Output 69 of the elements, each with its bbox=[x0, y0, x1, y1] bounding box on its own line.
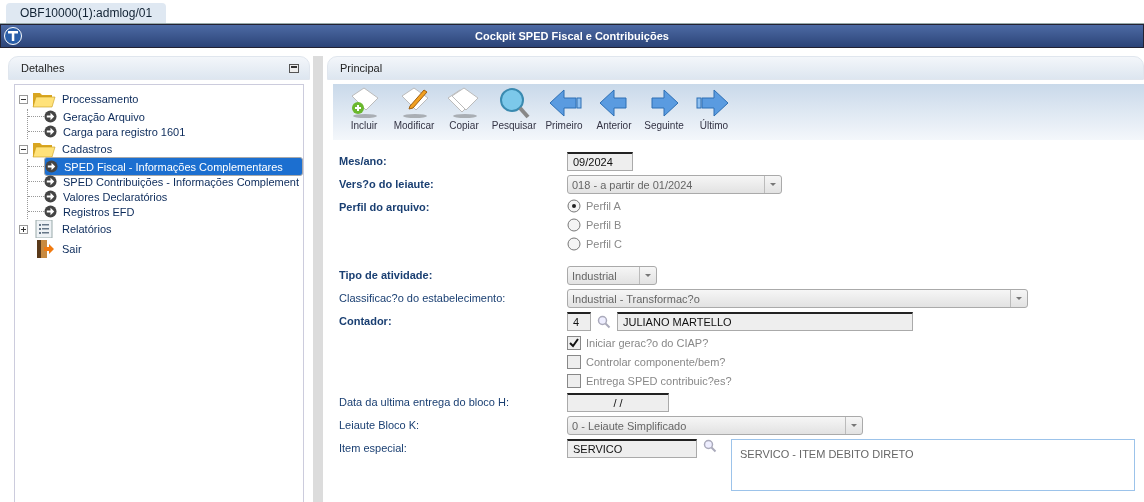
field-label: Vers?o do leiaute: bbox=[339, 177, 435, 190]
tree-item[interactable]: SPED Contribuições - Informações Complement bbox=[44, 174, 303, 189]
tree-item[interactable]: Registros EFD bbox=[44, 204, 303, 219]
radio-label: Perfil A bbox=[586, 200, 621, 212]
radio-button[interactable] bbox=[567, 218, 581, 232]
tree-item[interactable]: Processamento bbox=[32, 90, 143, 108]
dropdown[interactable]: Industrial bbox=[567, 266, 657, 285]
arrow-circle-icon bbox=[44, 190, 57, 203]
tree-item[interactable]: Cadastros bbox=[32, 140, 117, 158]
text-field[interactable]: 09/2024 bbox=[567, 152, 633, 171]
toolbar-button[interactable]: Pesquisar bbox=[491, 86, 537, 131]
logo-icon bbox=[4, 27, 22, 45]
app-tab[interactable]: OBF10000(1):admlog/01 bbox=[6, 3, 167, 23]
dropdown[interactable]: 018 - a partir de 01/2024 bbox=[567, 175, 782, 194]
toolbar-button[interactable]: Incluir bbox=[341, 86, 387, 131]
field-label: Leiaute Bloco K: bbox=[339, 418, 421, 431]
tree-item[interactable]: Valores Declaratórios bbox=[44, 189, 303, 204]
toolbar-button[interactable]: Último bbox=[691, 86, 737, 131]
collapse-icon[interactable] bbox=[19, 144, 28, 154]
minimize-icon[interactable] bbox=[289, 63, 299, 73]
folder-icon bbox=[32, 90, 56, 108]
description-area: SERVICO - ITEM DEBITO DIRETO bbox=[731, 439, 1135, 491]
tree-item[interactable]: Sair bbox=[32, 240, 86, 258]
checkbox-label: Controlar componente/bem? bbox=[586, 356, 726, 368]
field-label: Mes/ano: bbox=[339, 154, 388, 167]
folder-icon bbox=[32, 140, 56, 158]
radio-button[interactable] bbox=[567, 237, 581, 251]
checkbox-label: Iniciar gerac?o do CIAP? bbox=[586, 337, 709, 349]
radio-button[interactable] bbox=[567, 199, 581, 213]
field-label: Item especial: bbox=[339, 441, 408, 454]
checkbox[interactable] bbox=[567, 374, 581, 388]
tree-item[interactable]: SPED Fiscal - Informações Complementares bbox=[44, 157, 303, 176]
dropdown[interactable]: 0 - Leiaute Simplificado bbox=[567, 416, 863, 435]
field-label: Classificac?o do estabelecimento: bbox=[339, 291, 507, 304]
collapse-icon[interactable] bbox=[19, 94, 28, 104]
panel-title: Detalhes bbox=[21, 62, 65, 74]
radio-label: Perfil B bbox=[586, 219, 622, 231]
field-label: Contador: bbox=[339, 314, 393, 327]
toolbar-button[interactable]: Copiar bbox=[441, 86, 487, 131]
arrow-circle-icon bbox=[44, 205, 57, 218]
toolbar-button[interactable]: Primeiro bbox=[541, 86, 587, 131]
tree-item[interactable]: Relatórios bbox=[32, 220, 116, 238]
toolbar-button[interactable]: Modificar bbox=[391, 86, 437, 131]
checkbox[interactable] bbox=[567, 355, 581, 369]
field-label: Data da ultima entrega do bloco H: bbox=[339, 395, 510, 408]
field-label: Perfil do arquivo: bbox=[339, 200, 431, 213]
text-field[interactable]: / / bbox=[567, 393, 669, 412]
panel-title: Principal bbox=[340, 62, 383, 74]
name-field: JULIANO MARTELLO bbox=[617, 312, 913, 331]
arrow-circle-icon bbox=[44, 175, 57, 188]
window-title: Cockpit SPED Fiscal e Contribuições bbox=[475, 30, 669, 42]
arrow-circle-icon bbox=[44, 110, 57, 123]
field-label: Tipo de atividade: bbox=[339, 268, 434, 281]
toolbar-button[interactable]: Seguinte bbox=[641, 86, 687, 131]
checkbox[interactable] bbox=[567, 336, 581, 350]
expand-icon[interactable] bbox=[19, 224, 28, 234]
arrow-circle-icon bbox=[45, 160, 58, 173]
search-icon[interactable] bbox=[597, 314, 611, 329]
toolbar-button[interactable]: Anterior bbox=[591, 86, 637, 131]
code-field[interactable]: SERVICO bbox=[567, 439, 697, 458]
search-icon[interactable] bbox=[703, 439, 717, 453]
checkbox-label: Entrega SPED contribuic?es? bbox=[586, 375, 732, 387]
list-icon bbox=[32, 220, 56, 238]
tree-item[interactable]: Carga para registro 1601 bbox=[44, 124, 303, 139]
code-field[interactable]: 4 bbox=[567, 312, 591, 331]
tree-item[interactable]: Geração Arquivo bbox=[44, 109, 303, 124]
dropdown[interactable]: Industrial - Transformac?o bbox=[567, 289, 1028, 308]
radio-label: Perfil C bbox=[586, 238, 623, 250]
arrow-circle-icon bbox=[44, 125, 57, 138]
